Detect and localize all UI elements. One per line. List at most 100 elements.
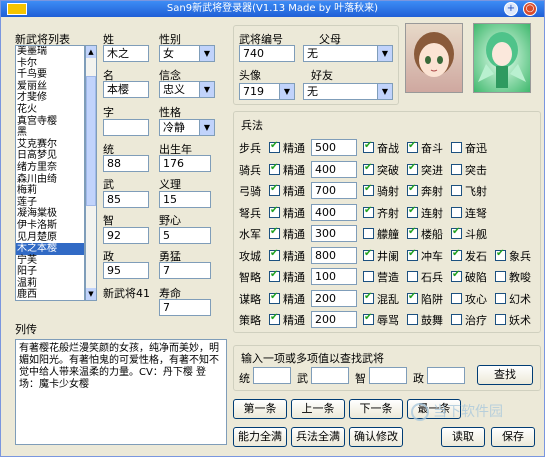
skill-checkbox[interactable] bbox=[363, 183, 374, 196]
list-item[interactable]: 真宫寺樱 bbox=[16, 116, 84, 128]
skill-checkbox[interactable] bbox=[495, 314, 506, 325]
list-item[interactable]: 梅莉 bbox=[16, 185, 84, 197]
zhi-field[interactable]: 92 bbox=[103, 227, 149, 244]
skill-checkbox[interactable] bbox=[363, 291, 374, 304]
list-item[interactable]: 艾克赛尔 bbox=[16, 139, 84, 151]
search-zhi-field[interactable] bbox=[369, 367, 407, 384]
skill-checkbox[interactable] bbox=[451, 206, 462, 218]
skill-checkbox[interactable] bbox=[363, 228, 374, 239]
chevron-down-icon[interactable]: ▼ bbox=[199, 120, 214, 135]
first-record-button[interactable]: 第一条 bbox=[233, 399, 287, 419]
help-button[interactable]: + bbox=[504, 2, 518, 16]
list-item[interactable]: 伊卡洛斯 bbox=[16, 220, 84, 232]
skill-checkbox[interactable] bbox=[363, 205, 374, 218]
list-item[interactable]: 凝海棠极 bbox=[16, 208, 84, 220]
bingfa-value-field[interactable]: 700 bbox=[311, 182, 357, 199]
scroll-down-arrow-icon[interactable]: ▼ bbox=[86, 288, 96, 300]
bingfa-value-field[interactable]: 400 bbox=[311, 203, 357, 221]
name-field[interactable]: 本樱 bbox=[103, 81, 149, 98]
list-item[interactable]: 花火 bbox=[16, 104, 84, 116]
list-item[interactable]: 爱丽丝 bbox=[16, 81, 84, 93]
prev-record-button[interactable]: 上一条 bbox=[291, 399, 345, 419]
bingfa-value-field[interactable]: 200 bbox=[311, 311, 357, 328]
birth-field[interactable]: 176 bbox=[159, 155, 211, 172]
gender-select[interactable]: 女 ▼ bbox=[159, 45, 215, 62]
skill-checkbox[interactable] bbox=[451, 226, 462, 239]
general-no-field[interactable]: 740 bbox=[239, 45, 295, 62]
search-button[interactable]: 查找 bbox=[477, 365, 533, 385]
list-item[interactable]: 日高梦见 bbox=[16, 150, 84, 162]
list-item[interactable]: 才斐修 bbox=[16, 92, 84, 104]
bingfa-value-field[interactable]: 400 bbox=[311, 160, 357, 178]
next-record-button[interactable]: 下一条 bbox=[349, 399, 403, 419]
skill-checkbox[interactable] bbox=[451, 248, 462, 261]
tong-field[interactable]: 88 bbox=[103, 155, 149, 172]
list-item[interactable]: 森川由绮 bbox=[16, 174, 84, 186]
skill-checkbox[interactable] bbox=[363, 271, 374, 282]
skill-checkbox[interactable] bbox=[407, 248, 418, 261]
chevron-down-icon[interactable]: ▼ bbox=[199, 82, 214, 97]
bingfa-value-field[interactable]: 200 bbox=[311, 289, 357, 307]
level-checkbox[interactable] bbox=[269, 248, 280, 261]
chevron-down-icon[interactable]: ▼ bbox=[377, 46, 392, 61]
list-item[interactable]: 莲子 bbox=[16, 197, 84, 209]
search-zheng-field[interactable] bbox=[427, 367, 465, 384]
list-item[interactable]: 美墨瑞 bbox=[16, 46, 84, 58]
skill-checkbox[interactable] bbox=[495, 271, 506, 282]
save-button[interactable]: 保存 bbox=[491, 427, 535, 447]
skill-checkbox[interactable] bbox=[407, 140, 418, 153]
chevron-down-icon[interactable]: ▼ bbox=[377, 84, 392, 99]
list-scrollbar[interactable]: ▲ ▼ bbox=[85, 45, 97, 301]
list-item[interactable]: 鹿西 bbox=[16, 289, 84, 300]
skill-checkbox[interactable] bbox=[407, 226, 418, 239]
max-ability-button[interactable]: 能力全满 bbox=[233, 427, 287, 447]
skill-checkbox[interactable] bbox=[407, 162, 418, 175]
zheng-field[interactable]: 95 bbox=[103, 262, 149, 279]
yongmeng-field[interactable]: 7 bbox=[159, 262, 211, 279]
max-bingfa-button[interactable]: 兵法全满 bbox=[291, 427, 345, 447]
level-checkbox[interactable] bbox=[269, 162, 280, 175]
skill-checkbox[interactable] bbox=[407, 183, 418, 196]
level-checkbox[interactable] bbox=[269, 183, 280, 196]
belief-select[interactable]: 忠义 ▼ bbox=[159, 81, 215, 98]
yexin-field[interactable]: 5 bbox=[159, 227, 211, 244]
scroll-up-arrow-icon[interactable]: ▲ bbox=[86, 46, 96, 58]
level-checkbox[interactable] bbox=[269, 205, 280, 218]
list-item[interactable]: 木之本樱 bbox=[16, 243, 84, 255]
list-item[interactable]: 千鸟要 bbox=[16, 69, 84, 81]
skill-checkbox[interactable] bbox=[495, 292, 506, 304]
shouming-field[interactable]: 7 bbox=[159, 299, 211, 316]
friend-select[interactable]: 无 ▼ bbox=[303, 83, 393, 100]
list-item[interactable]: 宁芙 bbox=[16, 255, 84, 267]
portrait-select[interactable]: 719 ▼ bbox=[239, 83, 295, 100]
chevron-down-icon[interactable]: ▼ bbox=[279, 84, 294, 99]
surname-field[interactable]: 木之 bbox=[103, 45, 149, 62]
chevron-down-icon[interactable]: ▼ bbox=[199, 46, 214, 61]
close-button[interactable]: ○ bbox=[523, 2, 537, 16]
level-checkbox[interactable] bbox=[269, 140, 280, 153]
skill-checkbox[interactable] bbox=[363, 162, 374, 175]
skill-checkbox[interactable] bbox=[451, 314, 462, 325]
parent-select[interactable]: 无 ▼ bbox=[303, 45, 393, 62]
skill-checkbox[interactable] bbox=[363, 248, 374, 261]
skill-checkbox[interactable] bbox=[407, 291, 418, 304]
skill-checkbox[interactable] bbox=[451, 163, 462, 175]
skill-checkbox[interactable] bbox=[363, 312, 374, 325]
skill-checkbox[interactable] bbox=[407, 314, 418, 325]
yili-field[interactable]: 15 bbox=[159, 191, 211, 208]
skill-checkbox[interactable] bbox=[495, 248, 506, 261]
level-checkbox[interactable] bbox=[269, 269, 280, 282]
skill-checkbox[interactable] bbox=[451, 185, 462, 196]
zi-field[interactable] bbox=[103, 119, 149, 136]
bingfa-value-field[interactable]: 500 bbox=[311, 139, 357, 156]
list-item[interactable]: 黑 bbox=[16, 127, 84, 139]
bingfa-value-field[interactable]: 300 bbox=[311, 225, 357, 242]
search-wu-field[interactable] bbox=[311, 367, 349, 384]
list-item[interactable]: 绪方里奈 bbox=[16, 162, 84, 174]
personality-select[interactable]: 冷静 ▼ bbox=[159, 119, 215, 136]
skill-checkbox[interactable] bbox=[407, 205, 418, 218]
load-button[interactable]: 读取 bbox=[441, 427, 485, 447]
list-item[interactable]: 温莉 bbox=[16, 278, 84, 290]
level-checkbox[interactable] bbox=[269, 312, 280, 325]
level-checkbox[interactable] bbox=[269, 291, 280, 304]
